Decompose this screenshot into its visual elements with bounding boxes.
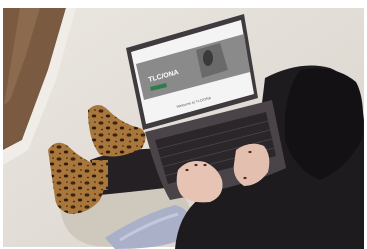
photo-scene: TLC/ONA Welcome to TLC/ONA [0,0,367,249]
